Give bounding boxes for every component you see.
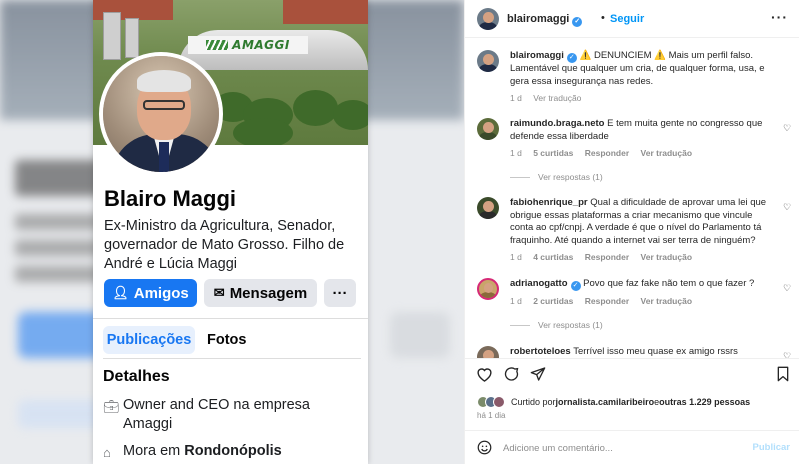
comment-text: Povo que faz fake não tem o que fazer ? <box>583 278 755 289</box>
message-button[interactable]: ✉ Mensagem <box>204 279 317 307</box>
reply-button[interactable]: Responder <box>585 252 629 262</box>
more-options-button[interactable]: ··· <box>324 279 356 307</box>
detail-work: 💼︎ Owner and CEO na empresa Amaggi <box>103 397 310 432</box>
profile-name: Blairo Maggi <box>104 186 237 211</box>
post-actions-bar <box>465 362 799 390</box>
commenter-username[interactable]: robertoteloes <box>510 346 571 357</box>
facebook-screenshot-area: AMAGGI Blairo Maggi Ex-Ministro da Agric… <box>0 0 464 464</box>
commenter-username[interactable]: adrianogatto <box>510 278 568 289</box>
author-avatar[interactable] <box>477 8 499 30</box>
translate-link[interactable]: Ver tradução <box>641 296 693 306</box>
translate-link[interactable]: Ver tradução <box>533 93 581 103</box>
commenter-avatar[interactable] <box>477 118 499 140</box>
messenger-icon: ✉ <box>213 285 225 300</box>
comment-text: Terrível isso meu quase ex amigo rssrs <box>573 346 738 357</box>
comment-icon[interactable] <box>503 366 520 387</box>
author-username[interactable]: blairomaggi ✓ <box>507 13 583 27</box>
screenshot-root: AMAGGI Blairo Maggi Ex-Ministro da Agric… <box>0 0 799 464</box>
friends-button[interactable]: 👤︎ Amigos <box>104 279 197 307</box>
heart-icon[interactable]: ♡ <box>783 202 791 213</box>
reply-button[interactable]: Responder <box>585 148 629 158</box>
add-comment-bar: Publicar <box>465 431 799 464</box>
commenter-username[interactable]: fabiohenrique_pr <box>510 197 588 208</box>
commenter-avatar[interactable] <box>477 197 499 219</box>
caption-time: 1 d <box>510 93 522 103</box>
commenter-username[interactable]: raimundo.braga.neto <box>510 118 604 129</box>
emoji-icon[interactable] <box>477 440 492 458</box>
commenter-avatar[interactable] <box>477 346 499 358</box>
separator-dot: • <box>601 12 605 24</box>
divider <box>103 358 361 359</box>
profile-bio: Ex-Ministro da Agricultura, Senador, gov… <box>104 218 345 272</box>
instagram-post-panel: blairomaggi ✓ • Seguir ··· blairomaggi ✓ ⚠… <box>464 0 799 464</box>
commenter-avatar[interactable] <box>477 278 499 300</box>
facebook-profile-card: AMAGGI Blairo Maggi Ex-Ministro da Agric… <box>93 0 368 464</box>
home-city-link[interactable]: Rondonópolis <box>184 443 281 459</box>
bookmark-icon[interactable] <box>776 366 790 387</box>
translate-link[interactable]: Ver tradução <box>641 252 693 262</box>
comment-time: 1 d <box>510 252 522 262</box>
profile-photo[interactable] <box>99 52 223 176</box>
view-replies-button[interactable]: Ver respostas (1) <box>510 320 603 330</box>
heart-icon[interactable]: ♡ <box>783 283 791 294</box>
tab-photos[interactable]: Fotos <box>207 326 246 354</box>
heart-icon[interactable]: ♡ <box>783 123 791 134</box>
comment-likes[interactable]: 5 curtidas <box>533 148 573 158</box>
details-heading: Detalhes <box>103 368 170 385</box>
share-icon[interactable] <box>530 366 546 387</box>
publish-button[interactable]: Publicar <box>753 442 791 453</box>
home-icon: ⌂ <box>103 445 111 460</box>
likes-summary[interactable]: Curtido por jornalista.camilaribeiro e o… <box>477 394 750 410</box>
translate-link[interactable]: Ver tradução <box>641 148 693 158</box>
author-avatar[interactable] <box>477 50 499 72</box>
follow-button[interactable]: Seguir <box>610 13 644 25</box>
post-header: blairomaggi ✓ • Seguir ··· <box>465 0 799 38</box>
comment-time: 1 d <box>510 148 522 158</box>
briefcase-icon: 💼︎ <box>103 399 120 414</box>
amaggi-logo-sign: AMAGGI <box>188 36 308 54</box>
reply-button[interactable]: Responder <box>585 296 629 306</box>
comments-list[interactable]: blairomaggi ✓ ⚠️ DENUNCIEM ⚠️ Mais um per… <box>465 38 799 358</box>
comment-time: 1 d <box>510 296 522 306</box>
tab-posts[interactable]: Publicações <box>103 326 195 354</box>
person-icon: 👤︎ <box>112 285 129 300</box>
view-replies-button[interactable]: Ver respostas (1) <box>510 172 603 182</box>
more-options-icon[interactable]: ··· <box>771 9 788 25</box>
verified-badge-icon: ✓ <box>570 281 581 291</box>
post-timestamp: há 1 dia <box>477 411 506 420</box>
comment-likes[interactable]: 4 curtidas <box>533 252 573 262</box>
caption-username[interactable]: blairomaggi <box>510 50 564 61</box>
detail-home: ⌂ Mora em Rondonópolis <box>103 443 282 460</box>
heart-icon[interactable] <box>476 366 493 387</box>
comment-likes[interactable]: 2 curtidas <box>533 296 573 306</box>
liker-avatar <box>493 396 505 408</box>
comment-input[interactable] <box>503 439 743 457</box>
verified-badge-icon: ✓ <box>566 53 577 63</box>
divider <box>93 318 368 319</box>
heart-icon[interactable]: ♡ <box>783 351 791 358</box>
verified-badge-icon: ✓ <box>572 17 583 27</box>
divider <box>465 358 799 359</box>
